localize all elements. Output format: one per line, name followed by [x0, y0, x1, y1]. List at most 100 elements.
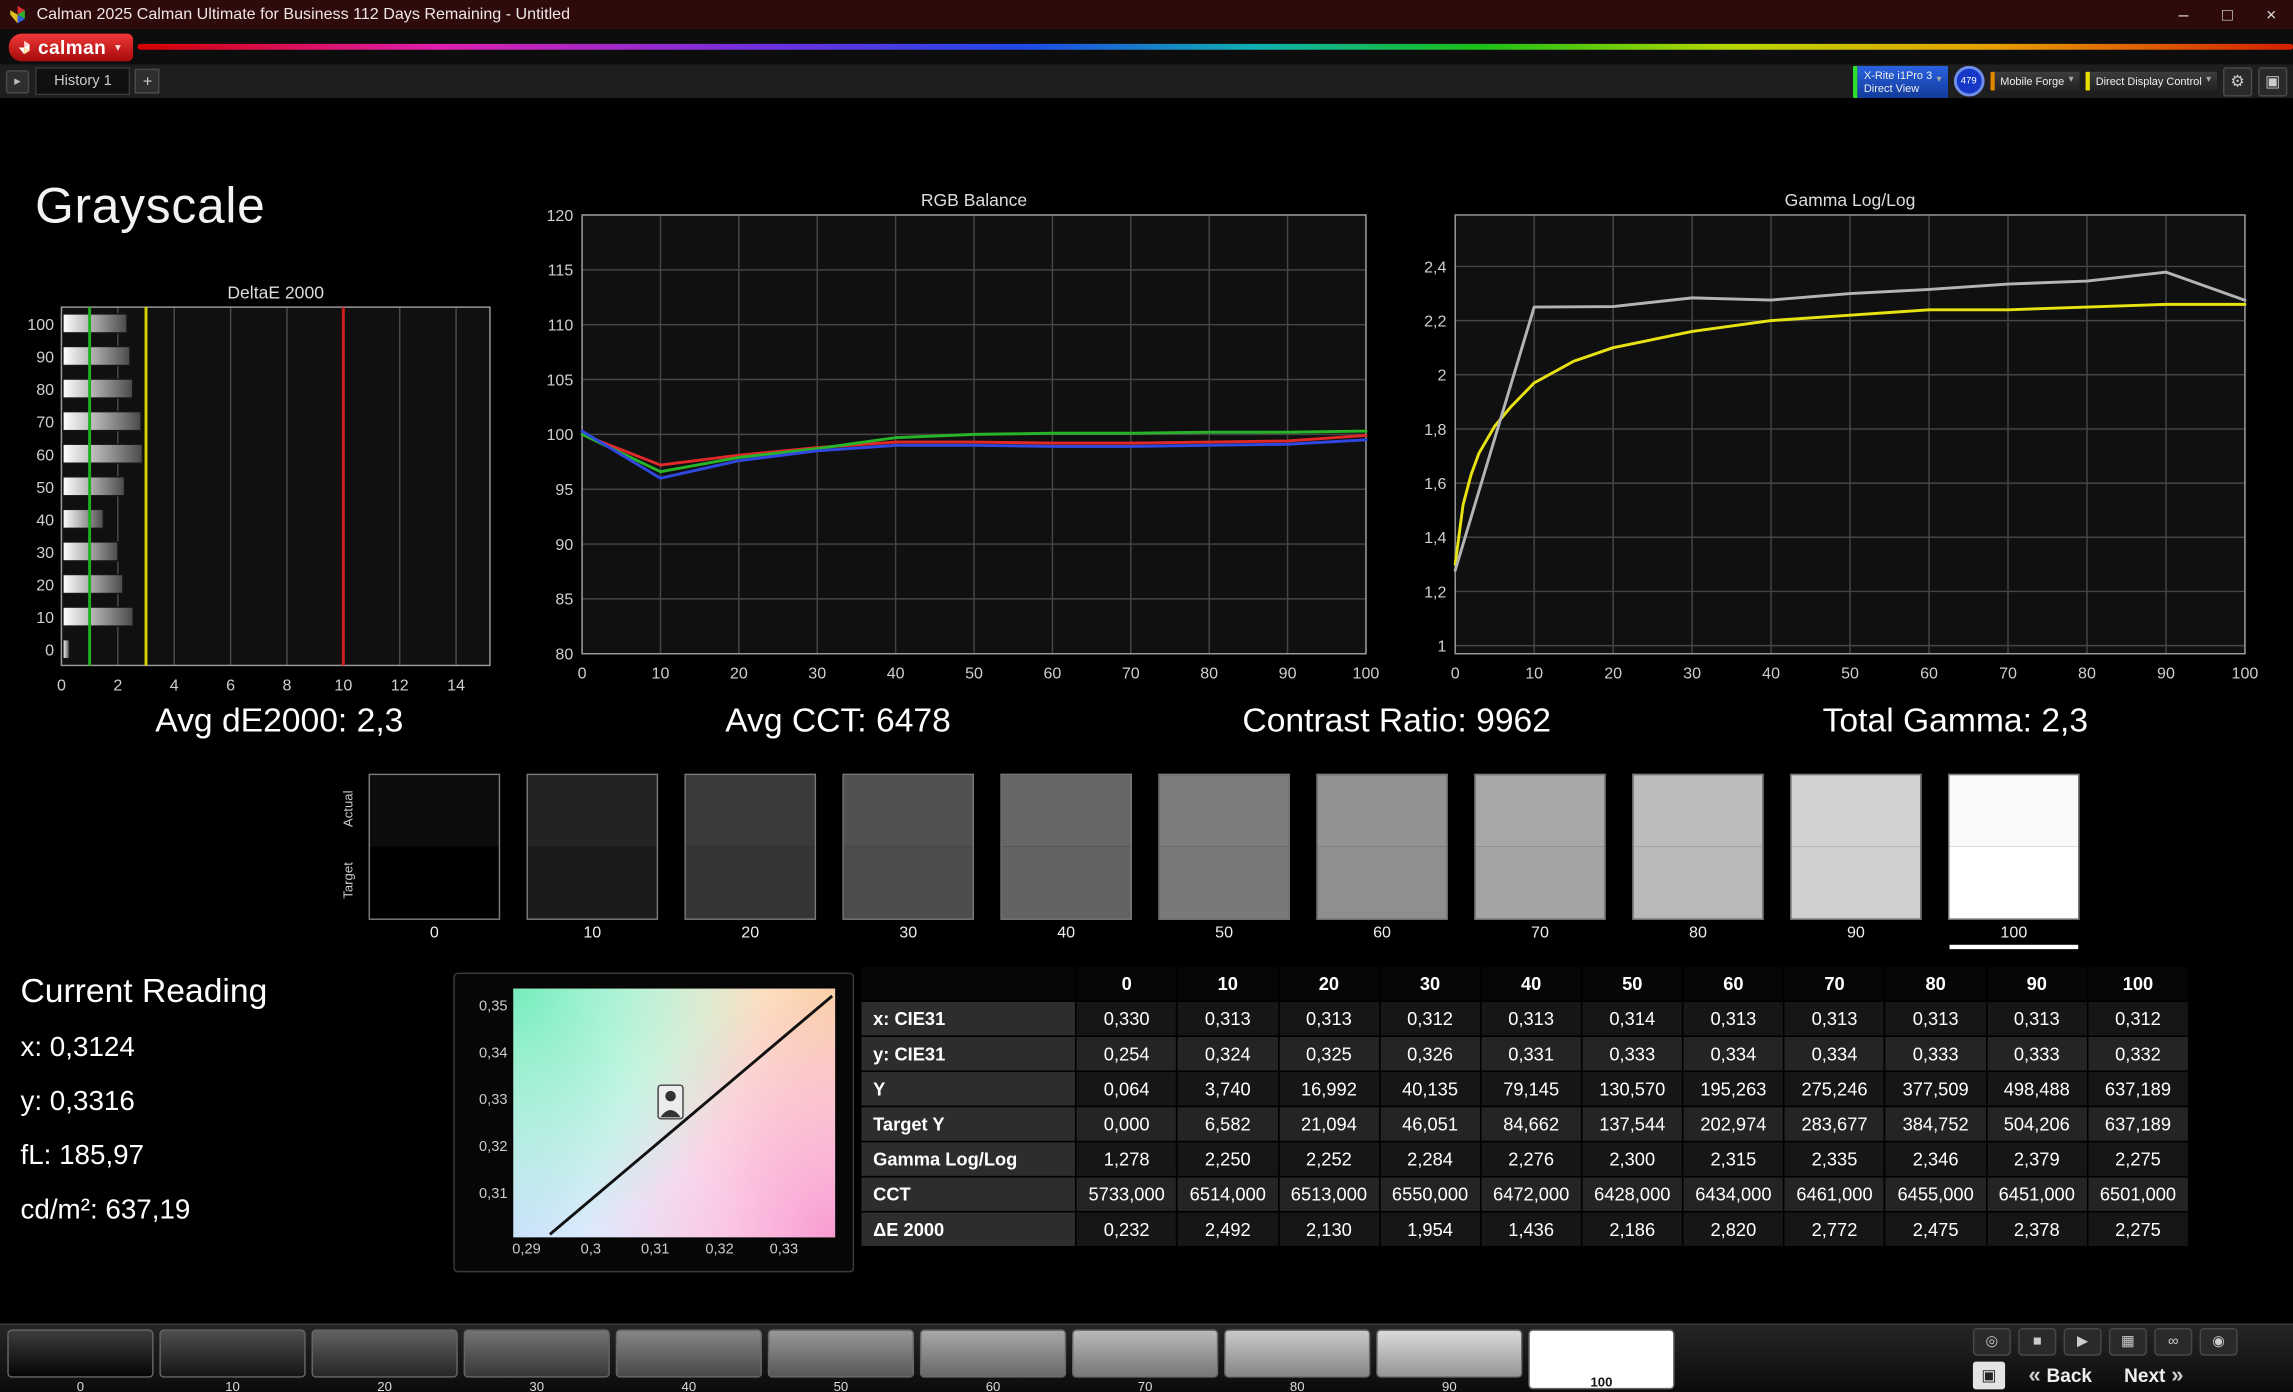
step-button-10[interactable]: [159, 1329, 305, 1377]
step-button-70[interactable]: [1072, 1329, 1218, 1377]
minimize-button[interactable]: –: [2162, 0, 2206, 29]
continuous-icon[interactable]: ∞: [2154, 1328, 2192, 1356]
stat-total-gamma: Total Gamma: 2,3: [1676, 701, 2235, 740]
step-button-80[interactable]: [1224, 1329, 1370, 1377]
stat-contrast-ratio: Contrast Ratio: 9962: [1117, 701, 1676, 740]
calman-wordmark: calman: [38, 36, 106, 58]
play-icon[interactable]: ▶: [2064, 1328, 2102, 1356]
app-logo-icon: [9, 6, 27, 24]
svg-text:80: 80: [1200, 665, 1218, 683]
step-label: 80: [1290, 1379, 1305, 1392]
source-name: Mobile Forge: [2000, 75, 2064, 88]
svg-text:90: 90: [555, 536, 573, 554]
step-button-90[interactable]: [1376, 1329, 1522, 1377]
swatch-box: [686, 775, 815, 918]
table-cell: 0,312: [1379, 1001, 1480, 1036]
svg-text:20: 20: [730, 665, 748, 683]
chevron-down-icon: ▾: [2069, 75, 2074, 87]
display-icon[interactable]: ▣: [2258, 67, 2287, 96]
step-button-50[interactable]: [768, 1329, 914, 1377]
table-cell: 2,252: [1278, 1141, 1379, 1176]
grayscale-swatch-20: 20: [686, 775, 815, 942]
svg-text:10: 10: [334, 676, 352, 694]
svg-text:115: 115: [548, 262, 574, 280]
source-select-button[interactable]: Mobile Forge ▾: [1990, 72, 2080, 91]
tab-history-1[interactable]: History 1: [35, 67, 131, 95]
svg-text:105: 105: [546, 371, 573, 389]
swatch-target: [1160, 847, 1289, 919]
table-cell: 0,313: [1278, 1001, 1379, 1036]
table-cell: 195,263: [1683, 1071, 1784, 1106]
swatch-target: [1318, 847, 1447, 919]
measurement-table-grid: 0102030405060708090100x: CIE310,3300,313…: [860, 965, 2189, 1247]
swatch-target: [1792, 847, 1921, 919]
svg-text:50: 50: [1841, 665, 1859, 683]
table-cell: 6514,000: [1177, 1177, 1278, 1212]
display-control-button[interactable]: Direct Display Control ▾: [2085, 72, 2217, 91]
aperture-icon[interactable]: ◎: [1973, 1328, 2011, 1356]
selected-swatch-underline: [1950, 945, 2079, 949]
step-button-20[interactable]: [312, 1329, 458, 1377]
svg-text:30: 30: [36, 544, 54, 562]
step-button-60[interactable]: [920, 1329, 1066, 1377]
table-cell: 2,315: [1683, 1141, 1784, 1176]
rgb-balance-line-chart: 0102030405060708090100808590951001051101…: [556, 205, 1397, 695]
svg-text:50: 50: [965, 665, 983, 683]
table-cell: 6513,000: [1278, 1177, 1379, 1212]
step-item-60: 60: [920, 1329, 1066, 1392]
cie-x-tick: 0,29: [497, 1242, 556, 1258]
table-cell: 0,232: [1076, 1212, 1177, 1247]
step-button-30[interactable]: [464, 1329, 610, 1377]
table-column-header: 70: [1784, 966, 1885, 1001]
maximize-button[interactable]: □: [2205, 0, 2249, 29]
table-cell: 137,544: [1582, 1106, 1683, 1141]
swatch-target: [1634, 847, 1763, 919]
tab-nav-arrow-button[interactable]: ▸: [6, 69, 29, 92]
table-cell: 3,740: [1177, 1071, 1278, 1106]
table-cell: 2,475: [1885, 1212, 1986, 1247]
meter-icon[interactable]: ◉: [2200, 1328, 2238, 1356]
cie-x-tick: 0,3: [562, 1242, 621, 1258]
svg-text:100: 100: [2232, 665, 2259, 683]
table-cell: 6461,000: [1784, 1177, 1885, 1212]
table-cell: 0,313: [1481, 1001, 1582, 1036]
step-label: 40: [682, 1379, 697, 1392]
gear-icon[interactable]: ⚙: [2223, 67, 2252, 96]
calman-menu-button[interactable]: calman ▾: [9, 33, 133, 61]
svg-text:50: 50: [36, 479, 54, 497]
swatch-actual: [1318, 775, 1447, 847]
svg-text:4: 4: [170, 676, 179, 694]
table-cell: 46,051: [1379, 1106, 1480, 1141]
next-button[interactable]: Next »: [2124, 1363, 2183, 1388]
step-button-40[interactable]: [616, 1329, 762, 1377]
cie-y-tick: 0,31: [458, 1186, 508, 1202]
table-cell: 1,436: [1481, 1212, 1582, 1247]
back-button[interactable]: « Back: [2028, 1363, 2092, 1388]
table-cell: 0,064: [1076, 1071, 1177, 1106]
table-row-label: ΔE 2000: [861, 1212, 1076, 1247]
pattern-icon[interactable]: ▦: [2109, 1328, 2147, 1356]
pattern-window-button[interactable]: ▣: [1973, 1362, 2005, 1390]
table-row: x: CIE310,3300,3130,3130,3120,3130,3140,…: [861, 1001, 2189, 1036]
svg-text:0: 0: [45, 642, 54, 660]
table-cell: 2,492: [1177, 1212, 1278, 1247]
cie-x-tick: 0,32: [690, 1242, 749, 1258]
svg-text:2,2: 2,2: [1424, 312, 1446, 330]
svg-text:70: 70: [1122, 665, 1140, 683]
stop-icon[interactable]: ■: [2018, 1328, 2056, 1356]
reading-x: x: 0,3124: [20, 1033, 267, 1065]
close-button[interactable]: ×: [2249, 0, 2293, 29]
meter-select-button[interactable]: X-Rite i1Pro 3 Direct View ▾: [1854, 65, 1948, 97]
cie-y-tick: 0,33: [458, 1092, 508, 1108]
table-cell: 0,324: [1177, 1036, 1278, 1071]
add-tab-button[interactable]: +: [135, 69, 160, 94]
step-item-20: 20: [312, 1329, 458, 1392]
step-button-0[interactable]: [7, 1329, 153, 1377]
step-label: 20: [377, 1379, 392, 1392]
grayscale-swatch-100: 100: [1950, 775, 2079, 942]
grayscale-swatch-10: 10: [528, 775, 657, 942]
table-cell: 0,325: [1278, 1036, 1379, 1071]
swatch-label: 60: [1318, 924, 1447, 942]
table-row: Y0,0643,74016,99240,13579,145130,570195,…: [861, 1071, 2189, 1106]
table-column-header: 20: [1278, 966, 1379, 1001]
